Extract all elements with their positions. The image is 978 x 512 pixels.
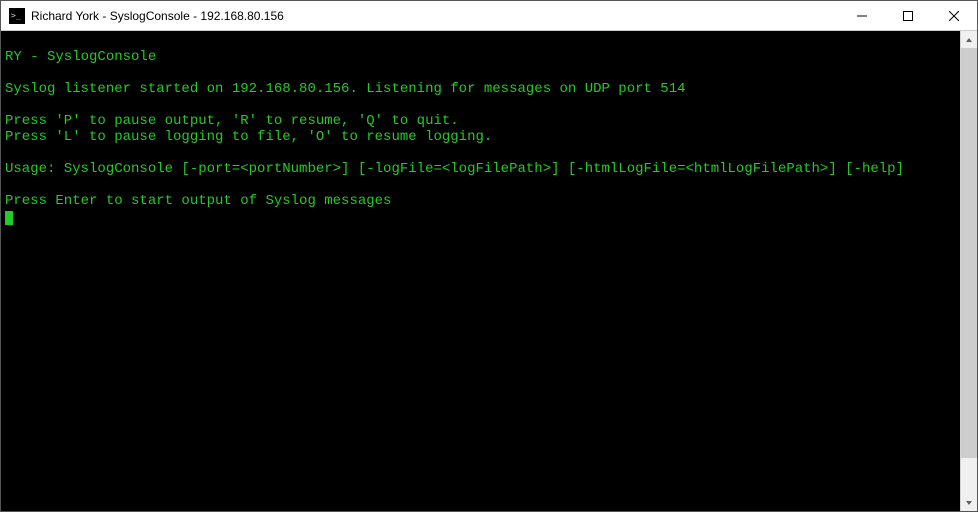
- app-icon: >_: [9, 8, 25, 24]
- minimize-button[interactable]: [839, 1, 885, 30]
- cursor: [5, 211, 13, 225]
- svg-text:>_: >_: [11, 11, 21, 20]
- scroll-up-button[interactable]: [961, 31, 977, 48]
- maximize-button[interactable]: [885, 1, 931, 30]
- console-output[interactable]: RY - SyslogConsole Syslog listener start…: [1, 31, 960, 511]
- vertical-scrollbar[interactable]: [960, 31, 977, 511]
- close-button[interactable]: [931, 1, 977, 30]
- scroll-thumb[interactable]: [961, 48, 977, 458]
- titlebar: >_ Richard York - SyslogConsole - 192.16…: [1, 1, 977, 31]
- scroll-track[interactable]: [961, 48, 977, 494]
- window-controls: [839, 1, 977, 30]
- window-title: Richard York - SyslogConsole - 192.168.8…: [31, 9, 839, 23]
- scroll-down-button[interactable]: [961, 494, 977, 511]
- console-area: RY - SyslogConsole Syslog listener start…: [1, 31, 977, 511]
